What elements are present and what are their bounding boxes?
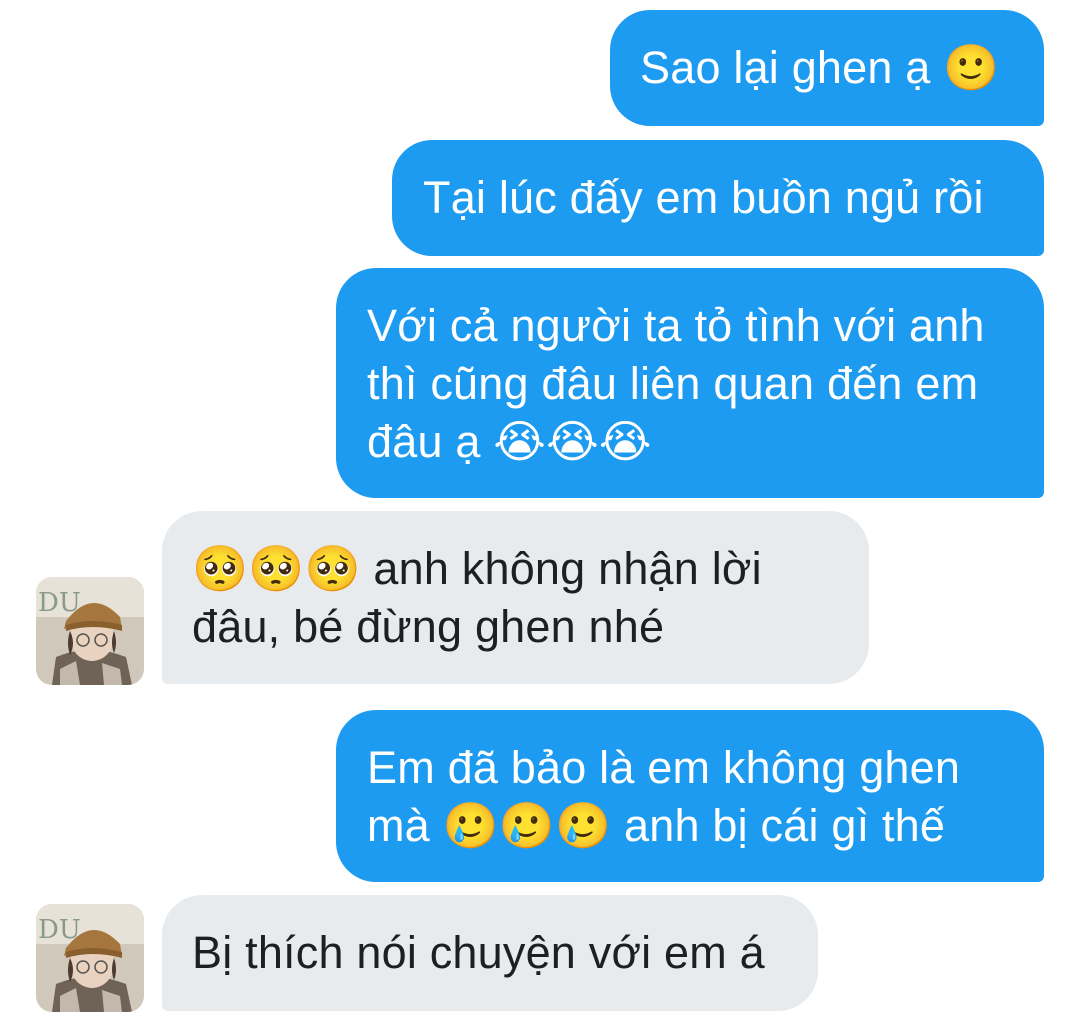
message-text-line: mà 🥲🥲🥲 anh bị cái gì thế xyxy=(367,800,946,851)
message-text: Bị thích nói chuyện với em á xyxy=(192,927,765,978)
message-bubble-sent[interactable]: Sao lại ghen ạ 🙂 xyxy=(610,10,1044,126)
contact-avatar[interactable]: DU xyxy=(36,577,144,685)
message-text-line: đâu, bé đừng ghen nhé xyxy=(192,601,665,652)
message-text-line: đâu ạ 😭😭😭 xyxy=(367,416,652,467)
user-avatar-photo-icon: DU xyxy=(36,904,144,1012)
message-text: Tại lúc đấy em buồn ngủ rồi xyxy=(423,172,984,223)
message-bubble-sent[interactable]: Với cả người ta tỏ tình với anh thì cũng… xyxy=(336,268,1044,498)
message-bubble-sent[interactable]: Em đã bảo là em không ghen mà 🥲🥲🥲 anh bị… xyxy=(336,710,1044,882)
message-text-line: 🥺🥺🥺 anh không nhận lời xyxy=(192,543,762,594)
message-text-line: Với cả người ta tỏ tình với anh xyxy=(367,300,985,351)
message-bubble-sent[interactable]: Tại lúc đấy em buồn ngủ rồi xyxy=(392,140,1044,256)
message-bubble-received[interactable]: Bị thích nói chuyện với em á xyxy=(162,895,818,1011)
message-text-line: thì cũng đâu liên quan đến em xyxy=(367,358,979,409)
message-text-line: Em đã bảo là em không ghen xyxy=(367,742,961,793)
message-bubble-received[interactable]: 🥺🥺🥺 anh không nhận lời đâu, bé đừng ghen… xyxy=(162,511,869,684)
user-avatar-photo-icon: DU xyxy=(36,577,144,685)
contact-avatar[interactable]: DU xyxy=(36,904,144,1012)
message-text: Sao lại ghen ạ 🙂 xyxy=(640,42,1000,93)
